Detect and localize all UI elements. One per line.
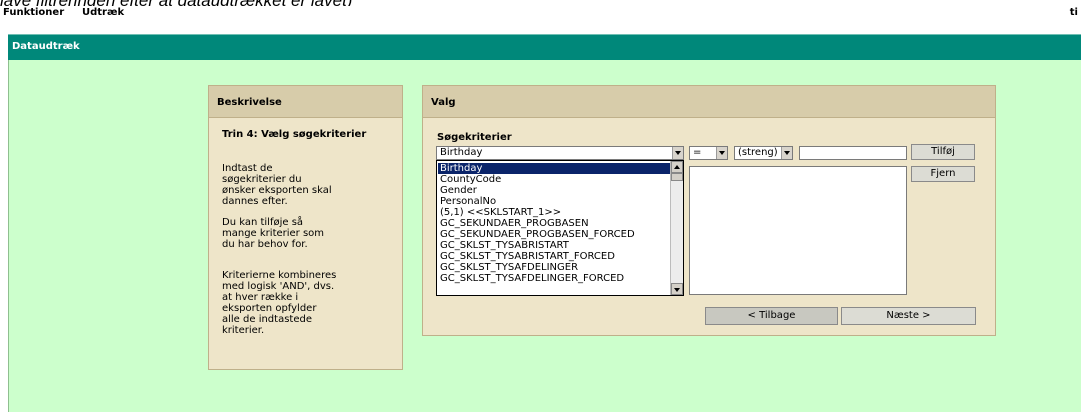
- dropdown-option[interactable]: GC_SEKUNDAER_PROGBASEN: [438, 218, 671, 229]
- type-select[interactable]: (streng): [734, 146, 793, 160]
- menu-bar: Funktioner Udtræk ti: [0, 6, 1081, 20]
- dropdown-scrollbar[interactable]: [670, 161, 683, 295]
- window-title-bar: Dataudtræk: [8, 34, 1081, 60]
- add-criteria-button[interactable]: Tilføj: [911, 144, 975, 160]
- dropdown-option[interactable]: GC_SKLST_TYSAFDELINGER: [438, 262, 671, 273]
- description-paragraph: Du kan tilføje så mange kriterier som du…: [222, 217, 325, 250]
- choice-panel-title: Valg: [431, 97, 456, 108]
- dropdown-option[interactable]: GC_SEKUNDAER_PROGBASEN_FORCED: [438, 229, 671, 240]
- dropdown-option[interactable]: CountyCode: [438, 174, 671, 185]
- step-title: Trin 4: Vælg søgekriterier: [222, 129, 367, 140]
- description-paragraph: Kriterierne kombineres med logisk 'AND',…: [222, 270, 337, 336]
- field-select[interactable]: Birthday: [436, 146, 684, 160]
- dropdown-option[interactable]: (5,1) <<SKLSTART_1>>: [438, 207, 671, 218]
- remove-criteria-button[interactable]: Fjern: [911, 166, 975, 182]
- field-dropdown-list[interactable]: Birthday CountyCode Gender PersonalNo (5…: [436, 160, 684, 296]
- dropdown-option[interactable]: GC_SKLST_TYSABRISTART: [438, 240, 671, 251]
- description-panel: Beskrivelse Trin 4: Vælg søgekriterier I…: [208, 85, 403, 370]
- chevron-down-icon[interactable]: [672, 147, 683, 159]
- operator-select[interactable]: =: [689, 146, 728, 160]
- criteria-list[interactable]: [689, 166, 907, 295]
- dropdown-option[interactable]: GC_SKLST_TYSAFDELINGER_FORCED: [438, 273, 671, 284]
- window-title: Dataudtræk: [12, 41, 80, 52]
- field-select-value: Birthday: [440, 147, 483, 158]
- menu-right-fragment: ti: [1069, 7, 1078, 18]
- criteria-value-input[interactable]: [799, 146, 907, 160]
- type-select-value: (streng): [738, 147, 778, 158]
- dropdown-option[interactable]: Birthday: [438, 163, 671, 174]
- back-button[interactable]: < Tilbage: [705, 307, 838, 325]
- content-area: Beskrivelse Trin 4: Vælg søgekriterier I…: [8, 60, 1081, 412]
- scroll-thumb[interactable]: [671, 173, 683, 181]
- menu-item-funktioner[interactable]: Funktioner: [3, 7, 64, 18]
- chevron-down-icon[interactable]: [781, 147, 792, 159]
- chevron-down-icon[interactable]: [716, 147, 727, 159]
- dropdown-option[interactable]: Gender: [438, 185, 671, 196]
- scroll-down-icon[interactable]: [671, 283, 683, 295]
- description-panel-title: Beskrivelse: [217, 97, 282, 108]
- dropdown-option[interactable]: GC_SKLST_TYSABRISTART_FORCED: [438, 251, 671, 262]
- choice-panel: Valg Søgekriterier Birthday = (streng) T…: [422, 85, 996, 336]
- dropdown-option[interactable]: PersonalNo: [438, 196, 671, 207]
- description-panel-header: Beskrivelse: [209, 86, 402, 118]
- scroll-up-icon[interactable]: [671, 161, 683, 173]
- operator-select-value: =: [693, 147, 702, 158]
- menu-item-udtraek[interactable]: Udtræk: [82, 7, 124, 18]
- criteria-label: Søgekriterier: [437, 132, 512, 143]
- choice-panel-header: Valg: [423, 86, 995, 118]
- description-paragraph: Indtast de søgekriterier du ønsker ekspo…: [222, 163, 332, 207]
- next-button[interactable]: Næste >: [841, 307, 976, 325]
